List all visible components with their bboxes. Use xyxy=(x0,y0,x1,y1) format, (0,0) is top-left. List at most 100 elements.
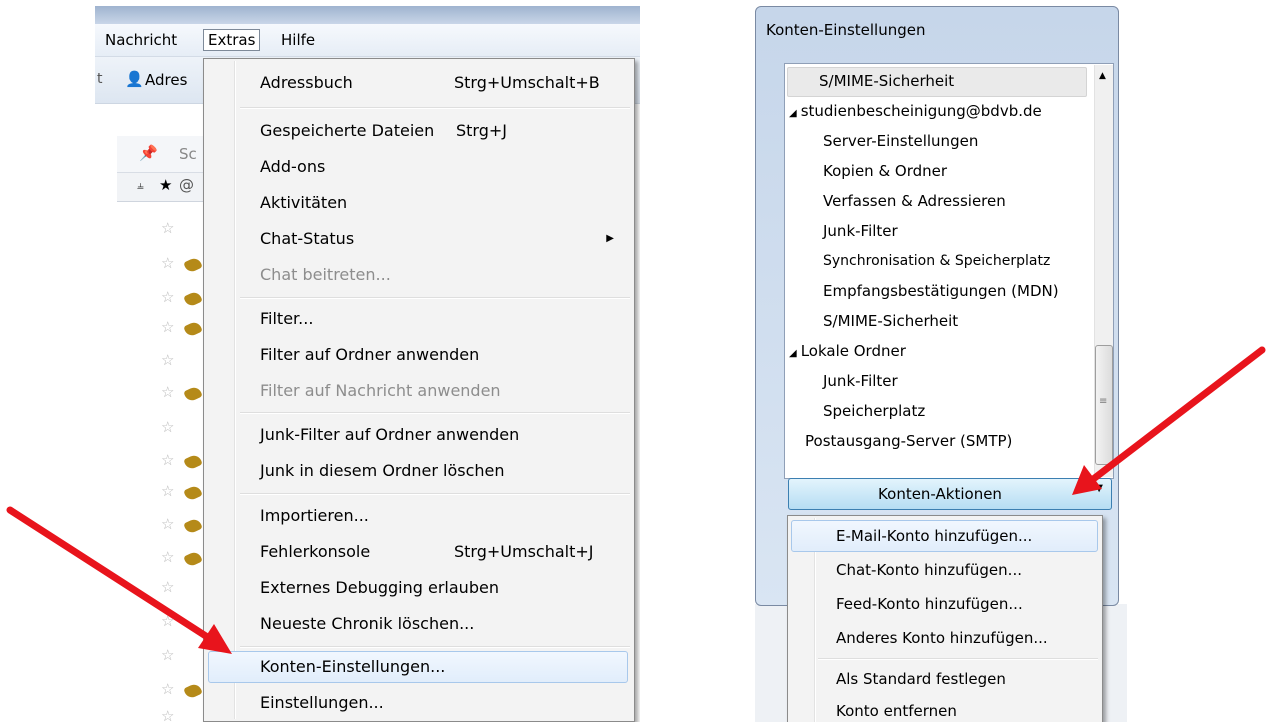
menu-item-add-ons[interactable]: Add-ons xyxy=(260,152,624,182)
menu-item-junk-filter-auf-ordner[interactable]: Junk-Filter auf Ordner anwenden xyxy=(260,420,624,450)
menu-item-chat-status[interactable]: Chat-Status ▶ xyxy=(260,224,624,254)
menu-item-add-feed-account[interactable]: Feed-Konto hinzufügen... xyxy=(836,589,1023,619)
scroll-up-icon[interactable]: ▲ xyxy=(1099,71,1106,81)
menu-item-label: Anderes Konto hinzufügen... xyxy=(836,629,1048,647)
menu-item-label: Filter auf Ordner anwenden xyxy=(260,345,480,364)
star-column-icon[interactable]: ★ xyxy=(159,176,172,194)
tree-item-label: studienbescheinigung@bdvb.de xyxy=(800,102,1042,120)
attachment-icon xyxy=(183,385,203,403)
menu-item-add-other-account[interactable]: Anderes Konto hinzufügen... xyxy=(836,623,1048,653)
menu-item-filter[interactable]: Filter... xyxy=(260,304,624,334)
tree-item-composition[interactable]: Verfassen & Adressieren xyxy=(823,186,1006,216)
menu-item-add-mail-account[interactable]: E-Mail-Konto hinzufügen... xyxy=(836,521,1032,551)
tree-item-local-junk[interactable]: Junk-Filter xyxy=(823,366,898,396)
menu-separator xyxy=(818,658,1098,660)
menu-item-label: Filter auf Nachricht anwenden xyxy=(260,381,501,400)
tree-item-smime-2[interactable]: S/MIME-Sicherheit xyxy=(823,306,958,336)
tree-item-label: Kopien & Ordner xyxy=(823,162,948,180)
menu-item-add-chat-account[interactable]: Chat-Konto hinzufügen... xyxy=(836,555,1022,585)
menu-item-label: Chat-Status xyxy=(260,229,355,248)
tree-item-label: Postausgang-Server (SMTP) xyxy=(805,432,1013,450)
menu-item-remove-account[interactable]: Konto entfernen xyxy=(836,696,957,722)
tree-item-disk-space[interactable]: Speicherplatz xyxy=(823,396,925,426)
menu-icon-gutter xyxy=(234,61,236,719)
thread-column-icon[interactable]: ⫨ xyxy=(137,178,144,193)
menu-item-shortcut: Strg+Umschalt+B xyxy=(454,73,600,92)
star-icon[interactable]: ☆ xyxy=(161,254,174,272)
tree-item-smime[interactable]: S/MIME-Sicherheit xyxy=(819,66,954,96)
pin-icon[interactable]: 📌 xyxy=(139,144,158,162)
tree-item-account[interactable]: ◢ studienbescheinigung@bdvb.de xyxy=(789,96,1042,126)
menu-item-gespeicherte-dateien[interactable]: Gespeicherte Dateien Strg+J xyxy=(260,116,624,146)
scrollbar-thumb[interactable]: ≡ xyxy=(1095,345,1113,465)
attachment-icon xyxy=(183,453,203,471)
tree-item-junk-filter[interactable]: Junk-Filter xyxy=(823,216,898,246)
star-icon[interactable]: ☆ xyxy=(161,646,174,664)
menu-bar: Nachricht Extras Hilfe xyxy=(95,24,640,57)
address-book-icon[interactable]: 👤 xyxy=(125,70,144,88)
star-icon[interactable]: ☆ xyxy=(161,418,174,436)
star-icon[interactable]: ☆ xyxy=(161,578,174,596)
search-input[interactable]: Sc xyxy=(179,145,197,163)
menu-item-filter-auf-ordner[interactable]: Filter auf Ordner anwenden xyxy=(260,340,624,370)
star-icon[interactable]: ☆ xyxy=(161,318,174,336)
menu-item-aktivitaeten[interactable]: Aktivitäten xyxy=(260,188,624,218)
tree-item-server-settings[interactable]: Server-Einstellungen xyxy=(823,126,978,156)
menu-item-label: Feed-Konto hinzufügen... xyxy=(836,595,1023,613)
extras-menu: Adressbuch Strg+Umschalt+B Gespeicherte … xyxy=(203,58,635,722)
menu-item-adressbuch[interactable]: Adressbuch Strg+Umschalt+B xyxy=(260,68,624,98)
menu-item-konten-einstellungen[interactable]: Konten-Einstellungen... xyxy=(260,652,624,682)
menu-item-label: Add-ons xyxy=(260,157,326,176)
menu-item-label: E-Mail-Konto hinzufügen... xyxy=(836,527,1033,545)
star-icon[interactable]: ☆ xyxy=(161,451,174,469)
tree-item-local-folders[interactable]: ◢ Lokale Ordner xyxy=(789,336,906,366)
star-icon[interactable]: ☆ xyxy=(161,548,174,566)
tree-item-label: Verfassen & Adressieren xyxy=(823,192,1006,210)
menu-item-chronik-loeschen[interactable]: Neueste Chronik löschen... xyxy=(260,609,624,639)
star-icon[interactable]: ☆ xyxy=(161,383,174,401)
attachment-icon xyxy=(183,550,203,568)
menu-item-shortcut: Strg+J xyxy=(456,121,508,140)
tree-item-copies-folders[interactable]: Kopien & Ordner xyxy=(823,156,947,186)
tree-item-receipts[interactable]: Empfangsbestätigungen (MDN) xyxy=(823,276,1059,306)
quick-filter-bar: 📌 Sc xyxy=(117,136,207,173)
star-icon[interactable]: ☆ xyxy=(161,612,174,630)
expand-triangle-icon[interactable]: ◢ xyxy=(789,348,797,359)
menu-item-fehlerkonsole[interactable]: Fehlerkonsole Strg+Umschalt+J xyxy=(260,537,624,567)
menu-item-set-default[interactable]: Als Standard festlegen xyxy=(836,664,1006,694)
menu-item-importieren[interactable]: Importieren... xyxy=(260,501,624,531)
menu-item-externes-debugging[interactable]: Externes Debugging erlauben xyxy=(260,573,624,603)
dialog-title: Konten-Einstellungen xyxy=(766,21,926,39)
address-book-button[interactable]: Adres xyxy=(145,71,187,89)
menu-item-junk-loeschen[interactable]: Junk in diesem Ordner löschen xyxy=(260,456,624,486)
menu-separator xyxy=(240,107,630,109)
star-icon[interactable]: ☆ xyxy=(161,351,174,369)
menu-item-label: Einstellungen... xyxy=(260,693,384,712)
menu-item-label: Filter... xyxy=(260,309,314,328)
expand-triangle-icon[interactable]: ◢ xyxy=(789,108,797,119)
tree-item-smtp[interactable]: Postausgang-Server (SMTP) xyxy=(805,426,1012,456)
star-icon[interactable]: ☆ xyxy=(161,482,174,500)
attachment-icon xyxy=(183,290,203,308)
star-icon[interactable]: ☆ xyxy=(161,680,174,698)
toolbar-fragment: t xyxy=(97,71,103,87)
star-icon[interactable]: ☆ xyxy=(161,515,174,533)
menu-item-einstellungen[interactable]: Einstellungen... xyxy=(260,688,624,718)
star-icon[interactable]: ☆ xyxy=(161,219,174,237)
star-icon[interactable]: ☆ xyxy=(161,707,174,722)
menu-nachricht[interactable]: Nachricht xyxy=(101,30,181,50)
menu-hilfe[interactable]: Hilfe xyxy=(277,30,319,50)
star-icon[interactable]: ☆ xyxy=(161,288,174,306)
attachment-column-icon[interactable]: @ xyxy=(179,176,194,194)
window-titlebar xyxy=(95,6,640,24)
attachment-icon xyxy=(183,682,203,700)
tree-item-synchronisation[interactable]: Synchronisation & Speicherplatz xyxy=(823,246,1050,276)
tree-item-label: Lokale Ordner xyxy=(800,342,906,360)
account-actions-button[interactable]: Konten-Aktionen ▼ xyxy=(788,478,1112,510)
tree-item-label: S/MIME-Sicherheit xyxy=(823,312,959,330)
menu-separator xyxy=(240,297,630,299)
menu-extras[interactable]: Extras xyxy=(203,29,261,51)
dropdown-arrow-icon: ▼ xyxy=(1095,483,1103,494)
menu-item-label: Junk-Filter auf Ordner anwenden xyxy=(260,425,520,444)
tree-item-label: Synchronisation & Speicherplatz xyxy=(823,253,1051,269)
